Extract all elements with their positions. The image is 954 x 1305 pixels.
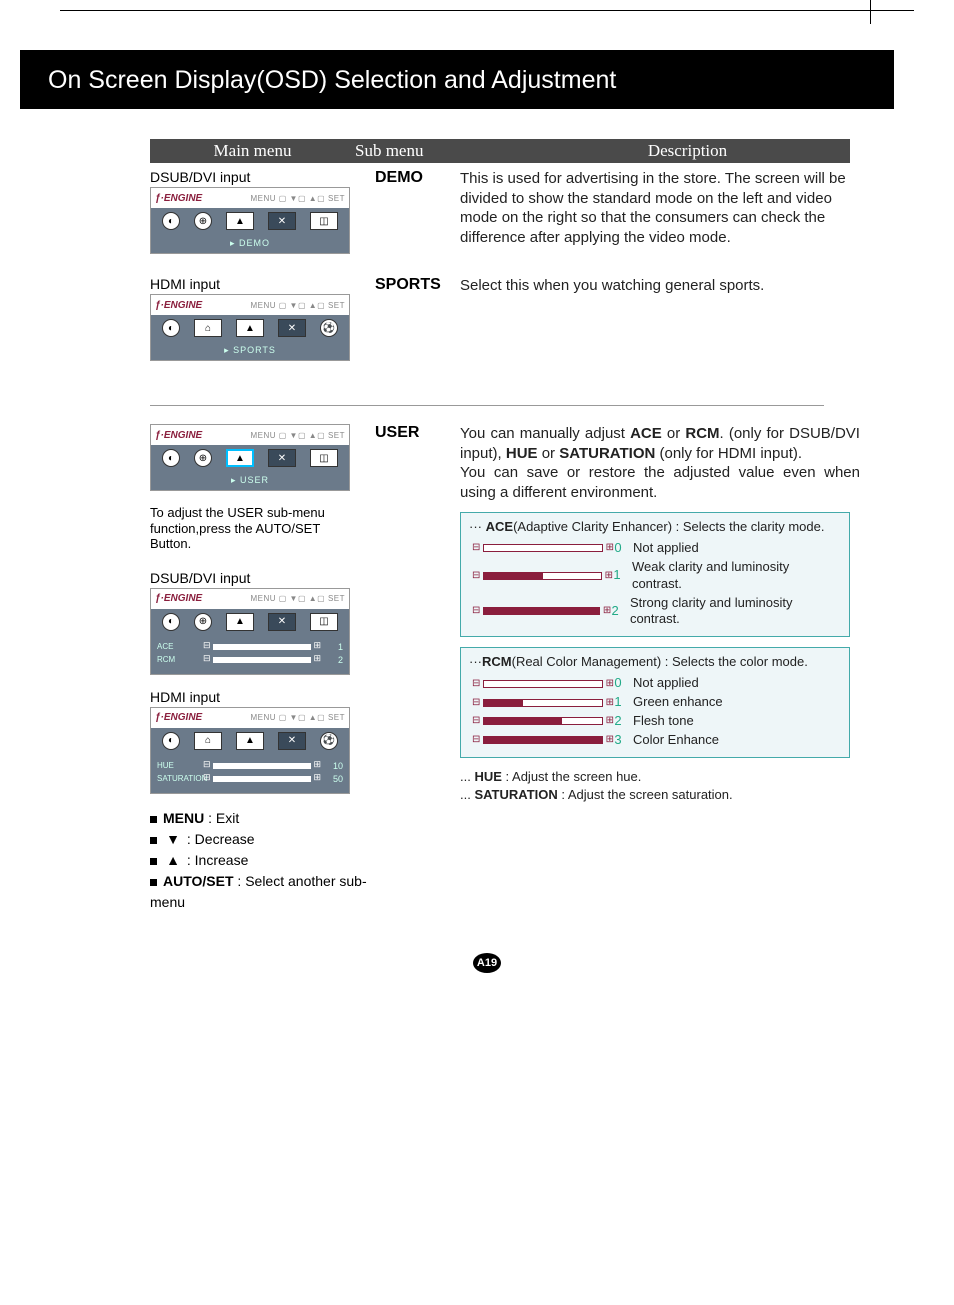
ace-slider-label: ACE [157,642,209,651]
rcm-level-row: 0Not applied [483,675,841,692]
osd-controls-hint: MENU ▢ ▼▢ ▲▢ SET [250,431,345,440]
normal-icon: ✕ [268,613,296,631]
label-dsub-dvi: DSUB/DVI input [150,169,375,185]
hue-value: 10 [325,761,343,771]
internet-icon: ⊕ [194,449,212,467]
osd-controls-hint: MENU ▢ ▼▢ ▲▢ SET [250,594,345,603]
osd-controls-hint: MENU ▢ ▼▢ ▲▢ SET [250,194,345,203]
movie-icon: ◐ [162,212,180,230]
internet-icon: ⊕ [194,212,212,230]
desc-user: You can manually adjust ACE or RCM. (onl… [460,424,860,463]
hue-sat-notes: ... HUE : Adjust the screen hue. ... SAT… [460,768,860,804]
engine-label: ƒ·ENGINE [155,712,202,723]
desc-demo: This is used for advertising in the stor… [460,169,860,247]
sat-slider-label: SATURATION [157,774,209,783]
engine-label: ƒ·ENGINE [155,193,202,204]
sports-icon: ⚽ [320,319,338,337]
button-legend: MENU : Exit ▼ : Decrease ▲ : Increase AU… [150,808,375,913]
osd-user-dsub-box: ƒ·ENGINE MENU ▢ ▼▢ ▲▢ SET ◐ ⊕ ▲ ✕ ◫ ACE 1… [150,588,350,675]
normal-icon: ✕ [268,449,296,467]
desc-user-2: You can save or restore the adjusted val… [460,463,860,502]
rcm-slider [213,657,311,663]
hue-slider [213,763,311,769]
osd-demo-box: ƒ·ENGINE MENU ▢ ▼▢ ▲▢ SET ◐ ⊕ ▲ ✕ ◫ DEMO [150,187,350,254]
rcm-infobox: ···RCM(Real Color Management) : Selects … [460,647,850,757]
normal-icon: ✕ [278,319,306,337]
ace-infobox: ··· ACE(Adaptive Clarity Enhancer) : Sel… [460,512,850,637]
ace-slider [213,644,311,650]
engine-label: ƒ·ENGINE [155,593,202,604]
table-header: Main menu Sub menu Description [150,139,850,163]
desc-sports: Select this when you watching general sp… [460,276,860,296]
submenu-demo: DEMO [375,169,460,187]
osd-user-box: ƒ·ENGINE MENU ▢ ▼▢ ▲▢ SET ◐ ⊕ ▲ ✕ ◫ USER [150,424,350,491]
user-icon: ▲ [226,212,254,230]
label-dsub-dvi-2: DSUB/DVI input [150,570,375,586]
row-sports: HDMI input ƒ·ENGINE MENU ▢ ▼▢ ▲▢ SET ◐ ⌂… [150,276,894,375]
osd-controls-hint: MENU ▢ ▼▢ ▲▢ SET [250,301,345,310]
game-icon: ⌂ [194,732,222,750]
header-desc: Description [525,141,850,161]
down-arrow-icon: ▼ [163,829,183,850]
osd-controls-hint: MENU ▢ ▼▢ ▲▢ SET [250,713,345,722]
movie-icon: ◐ [162,449,180,467]
rcm-level-row: 1Green enhance [483,694,841,711]
sat-slider [213,776,311,782]
header-sub: Sub menu [355,141,525,161]
osd-sports-box: ƒ·ENGINE MENU ▢ ▼▢ ▲▢ SET ◐ ⌂ ▲ ✕ ⚽ SPOR… [150,294,350,361]
ace-level-row: 1Weak clarity and luminosity contrast. [483,559,841,593]
demo-icon: ◫ [310,613,338,631]
hue-slider-label: HUE [157,761,209,770]
rcm-value: 2 [325,655,343,665]
label-hdmi-2: HDMI input [150,689,375,705]
engine-label: ƒ·ENGINE [155,430,202,441]
osd-footer-sports: SPORTS [151,341,349,360]
sat-value: 50 [325,774,343,784]
movie-icon: ◐ [162,732,180,750]
movie-icon: ◐ [162,613,180,631]
user-icon: ▲ [236,732,264,750]
header-main: Main menu [150,141,355,161]
rcm-level-row: 3Color Enhance [483,732,841,749]
page-crop-mark [870,0,871,24]
up-arrow-icon: ▲ [163,850,183,871]
page-title: On Screen Display(OSD) Selection and Adj… [20,50,894,109]
user-note: To adjust the USER sub-menu function,pre… [150,505,350,552]
rcm-slider-label: RCM [157,655,209,664]
ace-value: 1 [325,642,343,652]
sports-icon: ⚽ [320,732,338,750]
row-user: ƒ·ENGINE MENU ▢ ▼▢ ▲▢ SET ◐ ⊕ ▲ ✕ ◫ USER… [150,424,894,913]
normal-icon: ✕ [268,212,296,230]
demo-icon: ◫ [310,449,338,467]
section-divider [150,405,824,406]
row-demo: DSUB/DVI input ƒ·ENGINE MENU ▢ ▼▢ ▲▢ SET… [150,169,894,268]
demo-icon: ◫ [310,212,338,230]
movie-icon: ◐ [162,319,180,337]
osd-user-hdmi-box: ƒ·ENGINE MENU ▢ ▼▢ ▲▢ SET ◐ ⌂ ▲ ✕ ⚽ HUE 1… [150,707,350,794]
user-icon-selected: ▲ [226,449,254,467]
normal-icon: ✕ [278,732,306,750]
page-number: A19 [473,953,501,973]
engine-label: ƒ·ENGINE [155,300,202,311]
user-icon: ▲ [226,613,254,631]
submenu-sports: SPORTS [375,276,460,294]
user-icon: ▲ [236,319,264,337]
ace-level-row: 0Not applied [483,540,841,557]
label-hdmi: HDMI input [150,276,375,292]
internet-icon: ⊕ [194,613,212,631]
submenu-user: USER [375,424,460,442]
page-top-rule [60,10,914,11]
ace-level-row: 2Strong clarity and luminosity contrast. [483,595,841,629]
game-icon: ⌂ [194,319,222,337]
rcm-level-row: 2Flesh tone [483,713,841,730]
osd-footer-user: USER [151,471,349,490]
osd-footer-demo: DEMO [151,234,349,253]
